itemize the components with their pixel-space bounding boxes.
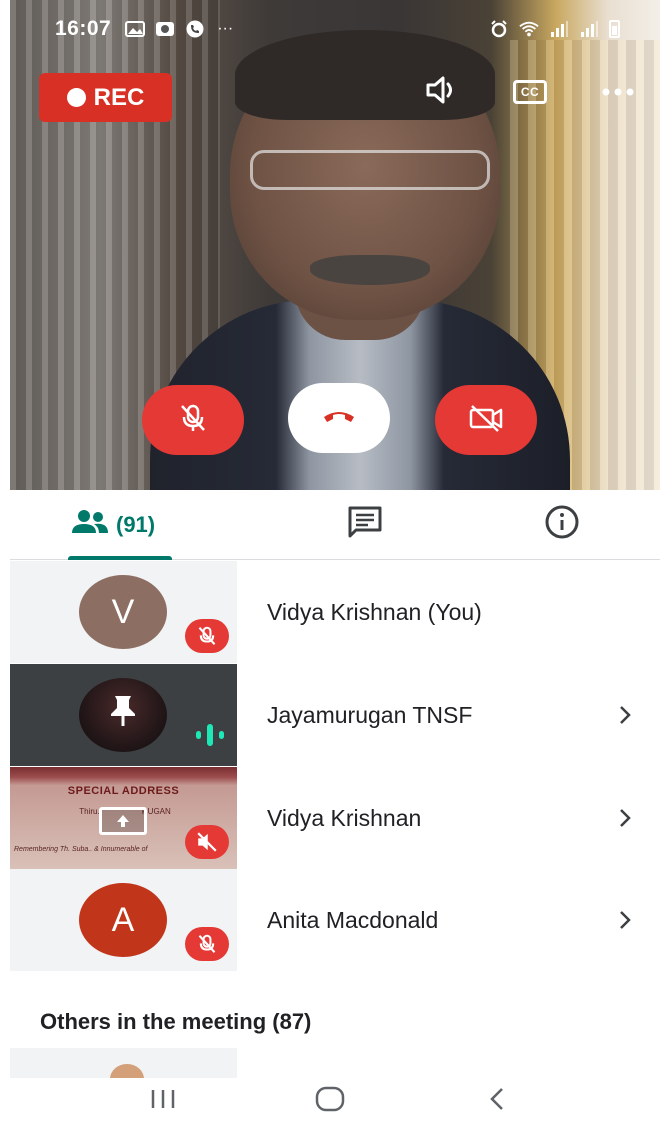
participant-row[interactable]: V Vidya Krishnan (You) <box>10 561 660 663</box>
signal-icon <box>579 20 599 38</box>
muted-badge <box>185 825 229 859</box>
chat-icon <box>347 505 383 544</box>
slide-subtitle-start: Thiru. <box>79 807 100 816</box>
avatar-letter: A <box>111 900 135 939</box>
present-screen-icon <box>99 807 147 835</box>
status-bar: 16:07 ··· <box>10 0 660 58</box>
others-heading: Others in the meeting (87) <box>40 1009 312 1034</box>
slide-footer: Remembering Th. Suba.. & Innumerable of <box>14 846 148 853</box>
people-count: (91) <box>116 511 156 537</box>
speaker-glasses <box>250 150 490 190</box>
chevron-right-icon <box>610 705 640 725</box>
participant-tile <box>10 664 237 766</box>
participant-row[interactable]: SPECIAL ADDRESS Thiru. RUGAN Remembering… <box>10 767 660 869</box>
back-icon <box>488 1086 506 1117</box>
participant-tile[interactable] <box>10 1048 237 1078</box>
back-button[interactable] <box>467 1082 527 1122</box>
participant-row[interactable]: A Anita Macdonald <box>10 869 660 971</box>
people-icon <box>70 509 110 541</box>
avatar <box>110 1064 144 1078</box>
status-notification-icons: ··· <box>125 20 235 38</box>
muted-badge <box>185 927 229 961</box>
more-dots-icon: ··· <box>217 20 234 37</box>
speaker-icon <box>425 75 459 110</box>
avatar: A <box>79 883 167 957</box>
status-system-icons <box>489 20 620 38</box>
end-call-icon <box>322 408 356 429</box>
end-call-button[interactable] <box>288 383 390 453</box>
selected-tab-indicator <box>68 556 172 560</box>
gallery-icon <box>155 20 175 38</box>
tab-chat[interactable] <box>267 490 464 559</box>
mute-mic-button[interactable] <box>142 385 244 455</box>
avatar: V <box>79 575 167 649</box>
participant-tile: SPECIAL ADDRESS Thiru. RUGAN Remembering… <box>10 767 237 869</box>
camera-toggle-button[interactable] <box>435 385 537 455</box>
muted-badge <box>185 619 229 653</box>
info-icon <box>544 504 580 545</box>
home-icon <box>315 1086 345 1117</box>
battery-icon <box>609 20 620 38</box>
participant-row[interactable]: Jayamurugan TNSF <box>10 664 660 766</box>
alarm-icon <box>489 20 509 38</box>
participant-name: Vidya Krishnan (You) <box>267 598 482 625</box>
wifi-icon <box>519 20 539 38</box>
captions-icon: CC <box>513 80 547 104</box>
participant-name: Vidya Krishnan <box>267 804 422 831</box>
participant-tile: A <box>10 869 237 971</box>
captions-button[interactable]: CC <box>508 72 552 112</box>
captions-label: CC <box>520 85 540 99</box>
meeting-tabs: (91) <box>10 490 660 560</box>
participant-name: Anita Macdonald <box>267 906 439 933</box>
camera-off-icon <box>468 403 504 438</box>
recording-label: REC <box>93 83 145 111</box>
mic-off-icon <box>177 402 209 439</box>
home-button[interactable] <box>300 1082 360 1122</box>
signal-icon <box>549 20 569 38</box>
participant-name: Jayamurugan TNSF <box>267 701 473 728</box>
pin-icon <box>109 694 137 737</box>
chevron-right-icon <box>610 808 640 828</box>
more-options-icon <box>602 83 634 101</box>
status-time: 16:07 <box>55 17 112 40</box>
speaker-button[interactable] <box>420 72 464 112</box>
slide-title: SPECIAL ADDRESS <box>67 785 180 797</box>
chevron-right-icon <box>610 910 640 930</box>
avatar <box>79 678 167 752</box>
participant-tile: V <box>10 561 237 663</box>
tab-people[interactable]: (91) <box>10 490 267 560</box>
image-icon <box>125 20 146 38</box>
record-dot-icon <box>66 88 86 107</box>
speaker-mustache <box>310 255 430 285</box>
speaking-indicator-icon <box>195 723 225 752</box>
more-options-button[interactable] <box>596 72 640 112</box>
phone-icon <box>185 20 205 38</box>
recording-badge: REC <box>39 73 172 122</box>
avatar-letter: V <box>111 592 135 631</box>
recent-apps-button[interactable] <box>133 1082 193 1122</box>
system-nav-bar <box>0 1078 660 1125</box>
tab-info[interactable] <box>463 490 660 559</box>
recent-apps-icon <box>149 1088 177 1115</box>
